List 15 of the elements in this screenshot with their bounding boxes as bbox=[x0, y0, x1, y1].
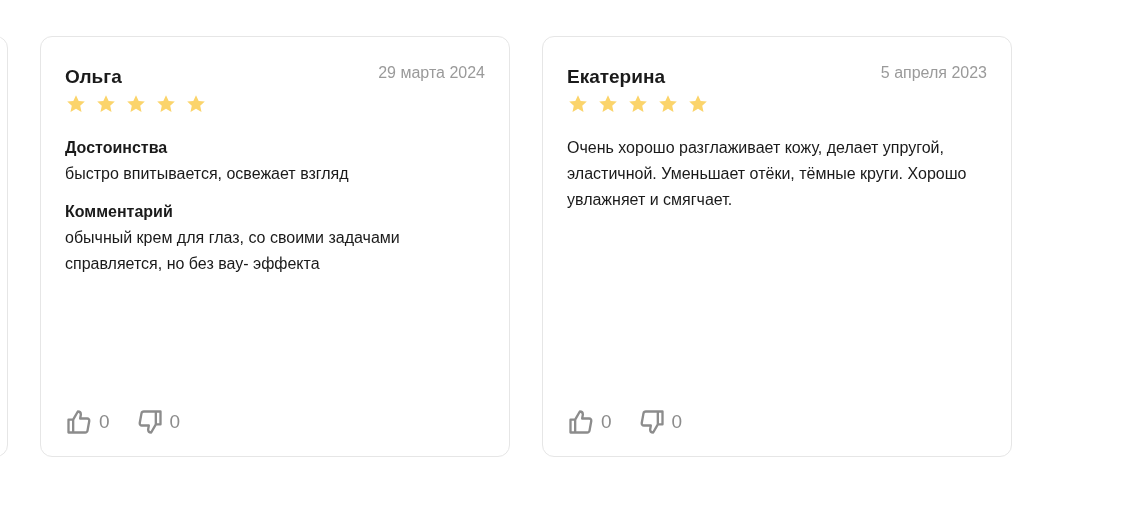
like-button[interactable]: 0 bbox=[65, 408, 110, 436]
dislike-button[interactable]: 0 bbox=[135, 408, 181, 436]
section-text: быстро впитывается, освежает взгляд bbox=[65, 164, 350, 184]
author-name: Екатерина bbox=[567, 66, 665, 88]
dislike-button[interactable]: 0 bbox=[637, 408, 683, 436]
thumbs-up-icon bbox=[567, 408, 595, 436]
author-name: Ольга bbox=[65, 66, 122, 88]
like-button[interactable]: 0 bbox=[567, 408, 612, 436]
review-date: 29 марта 2024 bbox=[378, 64, 485, 82]
section-heading: Комментарий bbox=[65, 202, 174, 222]
review-text: Очень хорошо разглаживает кожу, делает упругой, эластичной. Уменьшает отёки, тёмные круги. Хорошо увлажняет и смягчает. bbox=[567, 138, 968, 210]
section-heading: Достоинства bbox=[65, 138, 169, 158]
thumbs-up-icon bbox=[65, 408, 93, 436]
section-text: обычный крем для глаз, со своими задачами справляется, но без вау- эффекта bbox=[65, 228, 401, 274]
review-date: 5 апреля 2023 bbox=[880, 64, 987, 82]
